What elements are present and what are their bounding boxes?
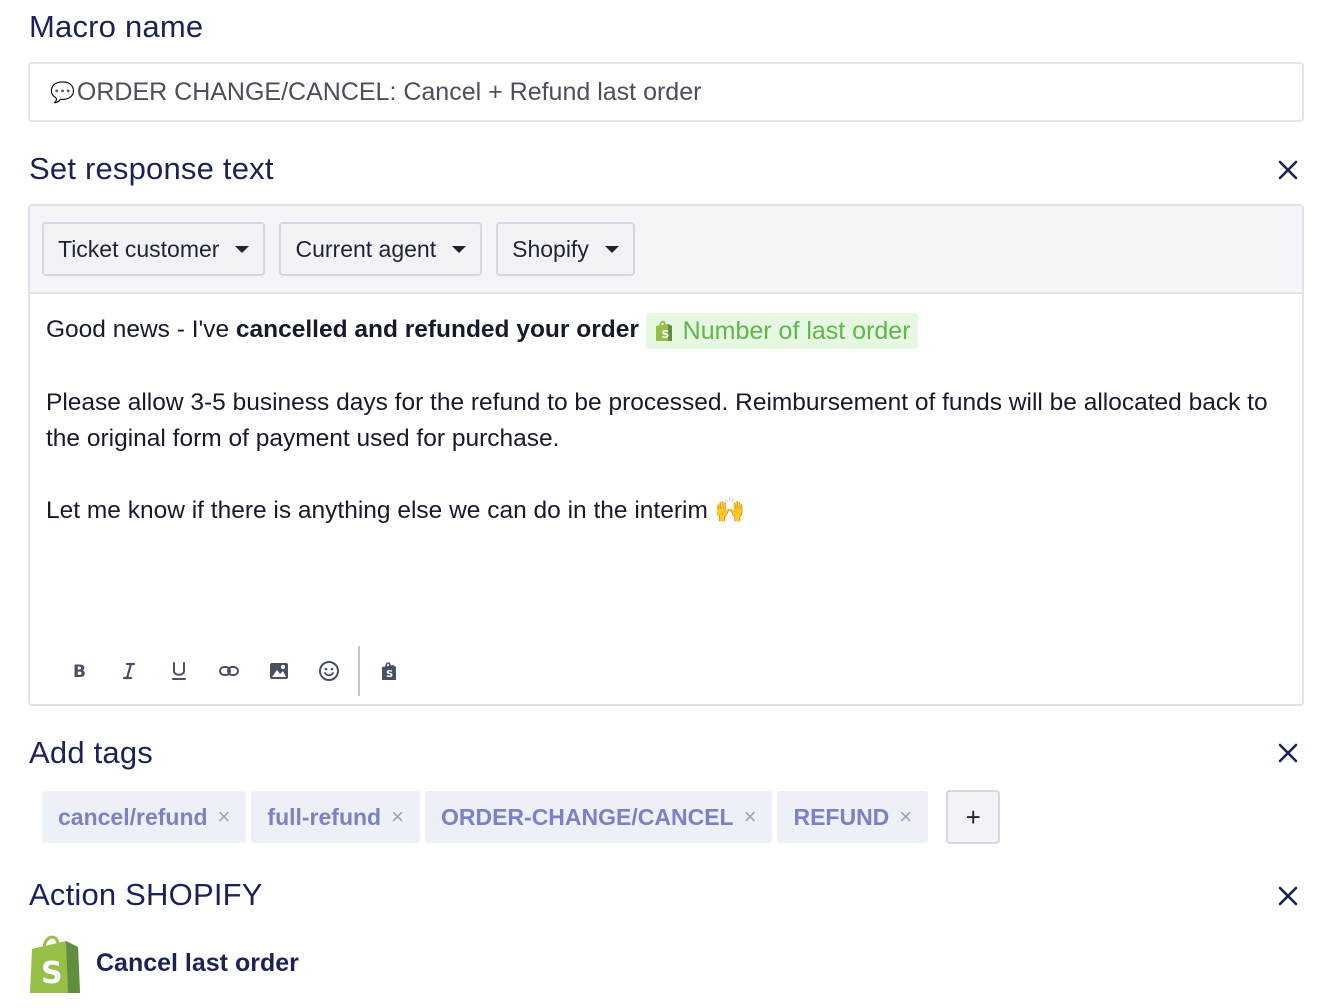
macro-name-label: Macro name — [29, 9, 204, 44]
close-icon — [1278, 160, 1298, 180]
shopify-variable-button[interactable]: S — [364, 651, 414, 691]
remove-tag-icon[interactable]: × — [391, 804, 404, 830]
add-tag-button[interactable]: + — [946, 790, 1001, 844]
underline-icon — [172, 662, 186, 680]
shopify-bag-icon: S — [28, 931, 84, 995]
formatting-toolbar: B S — [54, 646, 414, 696]
link-icon — [219, 666, 239, 676]
underline-button[interactable] — [154, 651, 204, 691]
tag-label: ORDER-CHANGE/CANCEL — [440, 803, 734, 830]
body-text-prefix: Good news - I've — [46, 316, 236, 343]
close-icon — [1278, 886, 1298, 906]
tag-refund[interactable]: REFUND × — [777, 791, 929, 843]
tag-label: REFUND — [793, 803, 890, 830]
bold-icon: B — [73, 662, 86, 682]
italic-icon — [122, 662, 136, 680]
action-name: Cancel last order — [96, 948, 299, 977]
tag-cancel-refund[interactable]: cancel/refund × — [42, 791, 247, 843]
remove-tag-icon[interactable]: × — [744, 804, 757, 830]
body-paragraph-2: Please allow 3-5 business days for the r… — [46, 388, 1268, 452]
caret-down-icon — [235, 245, 250, 253]
svg-text:S: S — [386, 669, 393, 680]
emoji-button[interactable] — [304, 651, 354, 691]
macro-name-value: ORDER CHANGE/CANCEL: Cancel + Refund las… — [76, 77, 702, 106]
remove-tag-icon[interactable]: × — [218, 804, 231, 830]
tag-order-change-cancel[interactable]: ORDER-CHANGE/CANCEL × — [424, 791, 773, 843]
shopify-dropdown[interactable]: Shopify — [496, 222, 635, 276]
tags-list: cancel/refund × full-refund × ORDER-CHAN… — [42, 790, 1001, 844]
link-button[interactable] — [204, 651, 254, 691]
order-number-variable-chip[interactable]: S Number of last order — [645, 312, 918, 349]
tag-full-refund[interactable]: full-refund × — [251, 791, 420, 843]
italic-button[interactable] — [104, 651, 154, 691]
body-line-1: Good news - I've cancelled and refunded … — [46, 312, 1286, 349]
caret-down-icon — [452, 245, 467, 253]
add-tags-label: Add tags — [29, 735, 153, 770]
caret-down-icon — [604, 245, 619, 253]
shopify-bag-icon: S — [655, 320, 672, 341]
response-body[interactable]: Good news - I've cancelled and refunded … — [30, 294, 1302, 529]
image-icon — [270, 663, 288, 679]
raising-hands-emoji: 🙌 — [714, 496, 746, 524]
action-label: Action SHOPIFY — [29, 877, 263, 912]
toolbar-divider — [358, 646, 360, 696]
variable-chip-label: Number of last order — [682, 316, 911, 345]
current-agent-dropdown[interactable]: Current agent — [279, 222, 483, 276]
response-editor[interactable]: Ticket customer Current agent Shopify Go… — [28, 204, 1304, 706]
body-text: Let me know if there is anything else we… — [46, 496, 708, 524]
response-text-label: Set response text — [29, 151, 274, 186]
bold-button[interactable]: B — [54, 651, 104, 691]
ticket-customer-dropdown[interactable]: Ticket customer — [42, 222, 266, 276]
shopify-variable-icon: S — [382, 662, 396, 680]
svg-text:S: S — [661, 328, 669, 341]
speech-bubble-icon: 💬 — [50, 81, 75, 104]
remove-tag-icon[interactable]: × — [899, 804, 912, 830]
dropdown-label: Current agent — [295, 235, 437, 262]
svg-text:S: S — [41, 956, 63, 991]
tag-label: cancel/refund — [58, 803, 208, 830]
emoji-icon — [319, 661, 339, 681]
action-item: S Cancel last order — [28, 931, 299, 995]
dropdown-label: Ticket customer — [58, 235, 220, 262]
remove-action-button[interactable] — [1276, 884, 1300, 908]
remove-response-text-button[interactable] — [1276, 158, 1300, 182]
tag-label: full-refund — [267, 803, 382, 830]
body-text-bold: cancelled and refunded your order — [235, 316, 639, 343]
svg-text:B: B — [73, 662, 86, 682]
close-icon — [1278, 743, 1298, 763]
remove-tags-button[interactable] — [1276, 741, 1300, 765]
image-button[interactable] — [254, 651, 304, 691]
dropdown-label: Shopify — [512, 235, 589, 262]
variable-bar: Ticket customer Current agent Shopify — [30, 206, 1302, 294]
macro-name-input[interactable]: 💬 ORDER CHANGE/CANCEL: Cancel + Refund l… — [28, 62, 1304, 122]
body-paragraph-3: Let me know if there is anything else we… — [46, 493, 1286, 529]
